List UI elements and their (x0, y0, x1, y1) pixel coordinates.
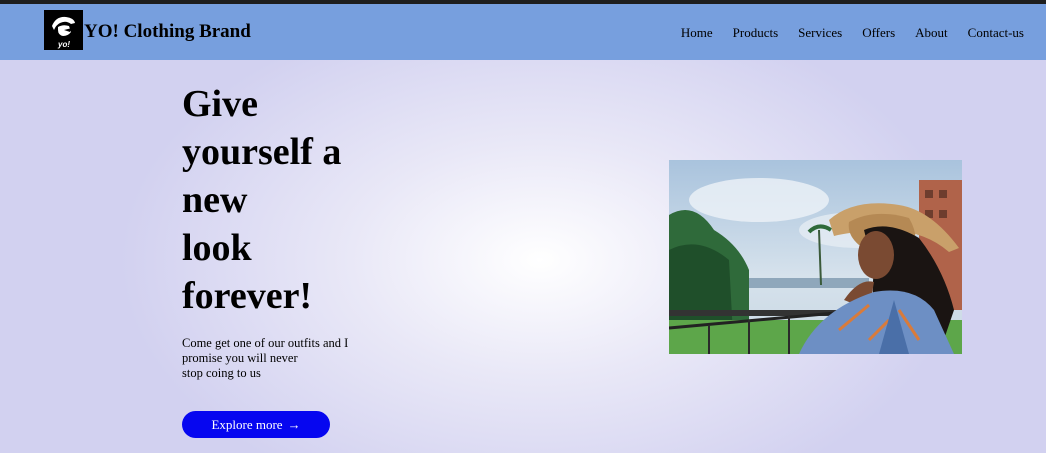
nav-item-services: Services (798, 24, 842, 42)
nav-item-products: Products (733, 24, 779, 42)
nav-link-about[interactable]: About (915, 25, 948, 40)
arrow-right-icon: → (287, 416, 301, 432)
explore-more-button[interactable]: Explore more → (182, 411, 330, 438)
hero-title-line: new (182, 179, 248, 221)
hero-title-line: yourself a (182, 131, 342, 173)
nav-link-services[interactable]: Services (798, 25, 842, 40)
brand-name[interactable]: YO! Clothing Brand (84, 21, 251, 43)
hero-subtitle-line: stop coing to us (182, 366, 261, 380)
explore-more-label: Explore more (211, 416, 283, 432)
main-nav: Home Products Services Offers About Cont… (681, 24, 1024, 42)
nav-item-about: About (915, 24, 948, 42)
hero-subtitle: Come get one of our outfits and I promis… (182, 336, 362, 381)
nav-link-products[interactable]: Products (733, 25, 779, 40)
brand-logo-icon[interactable]: yo! (44, 10, 83, 50)
nav-link-offers[interactable]: Offers (862, 25, 895, 40)
hero-title-line: Give (182, 83, 258, 125)
nav-item-offers: Offers (862, 24, 895, 42)
nav-item-contact: Contact-us (968, 24, 1024, 42)
hero-title-line: forever! (182, 275, 313, 317)
hero-title-line: look (182, 227, 252, 269)
svg-text:yo!: yo! (57, 40, 70, 49)
hero-subtitle-line: Come get one of our outfits and I (182, 336, 349, 350)
navbar: yo! YO! Clothing Brand Home Products Ser… (0, 4, 1046, 60)
hero-subtitle-line: promise you will never (182, 351, 298, 365)
nav-link-contact-us[interactable]: Contact-us (968, 25, 1024, 40)
nav-item-home: Home (681, 24, 713, 42)
hero-photo (669, 160, 962, 354)
nav-link-home[interactable]: Home (681, 25, 713, 40)
hero-title: Give yourself a new look forever! (182, 80, 372, 320)
